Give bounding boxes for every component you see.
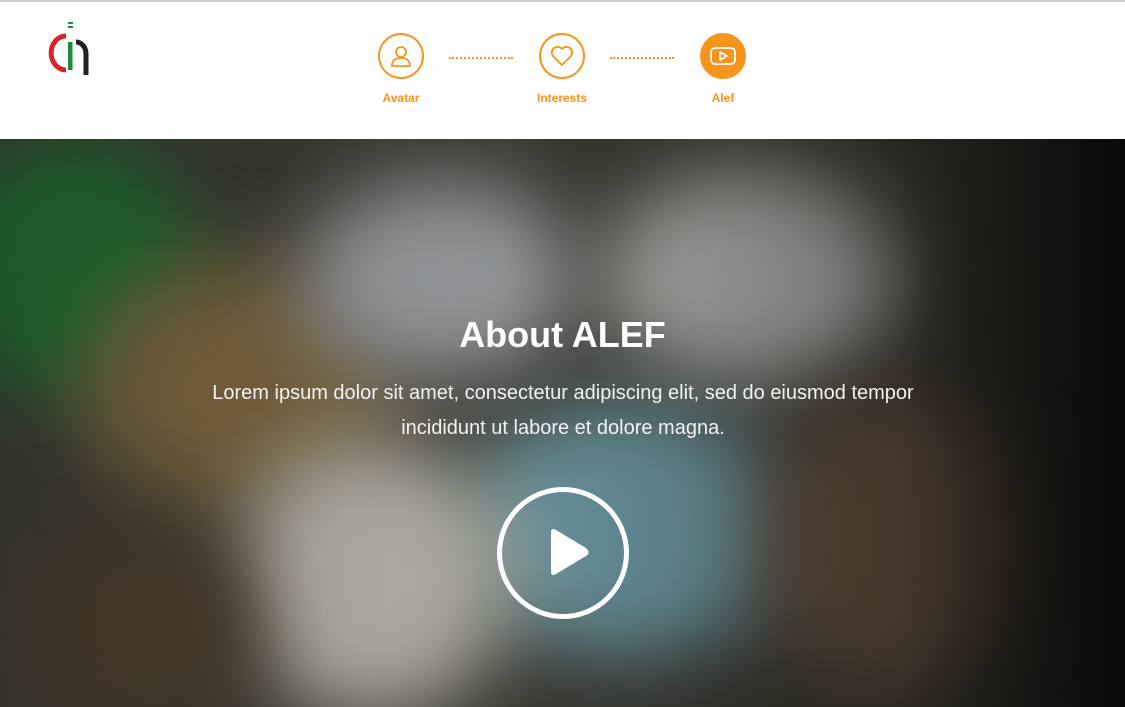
hero-title: About ALEF — [459, 314, 666, 355]
step-label-interests: Interests — [536, 91, 588, 105]
video-play-icon — [710, 47, 736, 65]
play-icon — [551, 529, 589, 575]
heart-icon — [550, 45, 574, 66]
hero-section: About ALEF Lorem ipsum dolor sit amet, c… — [0, 139, 1125, 707]
interests-step-circle[interactable] — [539, 33, 585, 79]
step-alef[interactable]: Alef — [673, 33, 773, 105]
alef-logo-icon[interactable] — [48, 20, 96, 80]
page: Avatar Interests Alef About ALEF Lorem i… — [0, 0, 1125, 707]
avatar-step-circle[interactable] — [378, 33, 424, 79]
step-connector — [610, 57, 674, 59]
step-label-alef: Alef — [711, 91, 735, 105]
step-interests[interactable]: Interests — [512, 33, 612, 105]
user-icon — [391, 46, 411, 67]
alef-step-circle[interactable] — [700, 33, 746, 79]
hero-description: Lorem ipsum dolor sit amet, consectetur … — [212, 382, 914, 439]
header: Avatar Interests Alef — [0, 0, 1125, 139]
step-connector — [449, 57, 513, 59]
step-label-avatar: Avatar — [382, 91, 420, 105]
play-video-button[interactable] — [497, 487, 629, 619]
step-avatar[interactable]: Avatar — [351, 33, 451, 105]
